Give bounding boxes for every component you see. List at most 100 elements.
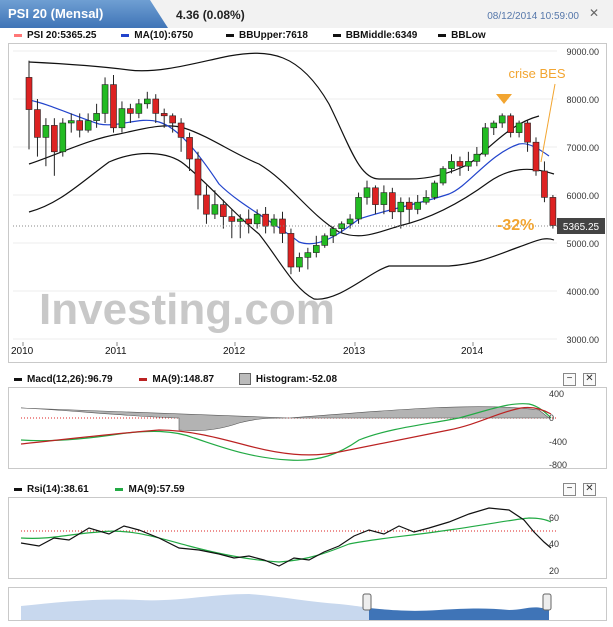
- macd-y-axis: 400 0 -400 -800: [549, 389, 567, 470]
- candle: [372, 187, 379, 205]
- rsi-minimize-button[interactable]: −: [563, 483, 576, 496]
- rsi-panel[interactable]: 60 40 20: [8, 497, 607, 579]
- candle: [312, 245, 320, 253]
- main-x-tick: 2010: [11, 346, 34, 357]
- macd-histogram-neg: [20, 407, 290, 432]
- candle: [321, 235, 329, 246]
- legend-bblower-swatch: [438, 33, 447, 37]
- legend-macd-ma: MA(9):148.87: [139, 374, 214, 385]
- candle: [422, 197, 430, 203]
- macd-histogram-pos: [288, 406, 550, 419]
- ma-line: [28, 99, 550, 245]
- main-x-axis: 2010 2011 2012 2013 2014: [11, 342, 484, 357]
- candle: [363, 187, 371, 198]
- annotation-drop: -32%: [497, 217, 534, 234]
- candle: [25, 77, 33, 110]
- annotation-arrow: [540, 83, 556, 163]
- candle: [84, 120, 92, 131]
- candle: [144, 98, 151, 105]
- legend-bbupper-swatch: [225, 33, 234, 37]
- rsi-legend: Rsi(14):38.61 MA(9):57.59: [14, 484, 185, 495]
- macd-y-tick: -400: [549, 437, 567, 447]
- candle: [329, 228, 337, 237]
- title-bar: PSI 20 (Mensal) 4.36 (0.08%) 08/12/2014 …: [0, 0, 613, 28]
- candle: [262, 213, 269, 227]
- main-y-tick: 7000.00: [566, 143, 599, 153]
- rsi-y-tick: 20: [549, 566, 559, 576]
- main-y-tick: 3000.00: [566, 335, 599, 345]
- candle: [228, 216, 236, 222]
- candle: [93, 113, 100, 121]
- timestamp: 08/12/2014 10:59:00: [487, 11, 579, 22]
- macd-minimize-button[interactable]: −: [563, 373, 576, 386]
- legend-bbmiddle-swatch: [332, 33, 341, 37]
- candle: [127, 108, 134, 114]
- candle: [524, 122, 531, 143]
- candle: [51, 125, 58, 153]
- legend-bbupper: BBUpper:7618: [225, 30, 308, 41]
- candle: [355, 197, 362, 220]
- price-change: 4.36 (0.08%): [176, 8, 245, 22]
- candle: [270, 218, 278, 227]
- macd-y-tick: -800: [549, 460, 567, 468]
- legend-psi: PSI 20:5365.25: [14, 30, 97, 41]
- macd-legend: Macd(12,26):96.79 MA(9):148.87 Histogram…: [14, 373, 337, 385]
- main-y-axis: 9000.00 8000.00 7000.00 6000.00 5000.00 4000.…: [566, 47, 599, 345]
- candle: [296, 257, 303, 268]
- navigator-panel[interactable]: [8, 587, 607, 621]
- candle: [245, 218, 252, 225]
- chart-title: PSI 20 (Mensal): [8, 6, 104, 21]
- candle: [253, 213, 261, 225]
- candle: [507, 115, 514, 133]
- main-y-tick: 8000.00: [566, 95, 599, 105]
- rsi-y-tick: 40: [549, 539, 559, 549]
- rsi-ma-line: [20, 517, 552, 563]
- candle: [211, 204, 219, 215]
- candle: [304, 252, 312, 258]
- candle: [236, 218, 244, 222]
- candle: [439, 168, 447, 184]
- current-price-label: 5365.25: [563, 222, 600, 233]
- rsi-close-button[interactable]: ✕: [583, 483, 596, 496]
- rsi-y-axis: 60 40 20: [549, 513, 559, 576]
- rsi-y-tick: 60: [549, 513, 559, 523]
- macd-close-button[interactable]: ✕: [583, 373, 596, 386]
- main-chart-svg[interactable]: Investing.com 9000.00 8000.00 7000.00 6000.…: [9, 44, 606, 362]
- navigator-right-handle[interactable]: [542, 593, 552, 611]
- candle: [473, 153, 481, 162]
- rsi-line: [20, 507, 552, 567]
- macd-svg: 400 0 -400 -800: [20, 389, 567, 470]
- legend-macd: Macd(12,26):96.79: [14, 374, 113, 385]
- candle: [456, 161, 464, 167]
- main-y-tick: 5000.00: [566, 239, 599, 249]
- candle: [490, 122, 498, 129]
- bb-middle-line: [28, 125, 555, 237]
- legend-macd-swatch: [14, 377, 22, 381]
- legend-ma-swatch: [121, 33, 130, 37]
- legend-ma: MA(10):6750: [121, 30, 193, 41]
- main-legend: PSI 20:5365.25 MA(10):6750 BBUpper:7618 …: [14, 30, 486, 41]
- candle: [194, 158, 202, 196]
- candle: [34, 109, 41, 138]
- macd-y-tick: 0: [549, 413, 554, 423]
- navigator-left-handle[interactable]: [362, 593, 372, 611]
- main-y-tick: 9000.00: [566, 47, 599, 57]
- macd-panel[interactable]: 400 0 -400 -800: [8, 387, 607, 470]
- main-y-tick: 6000.00: [566, 191, 599, 201]
- candle: [152, 98, 160, 114]
- close-icon[interactable]: ✕: [587, 6, 601, 20]
- candle: [549, 197, 557, 226]
- main-x-tick: 2012: [223, 346, 246, 357]
- candle: [431, 182, 438, 198]
- candle: [465, 161, 472, 167]
- candle: [397, 201, 405, 213]
- candle: [448, 161, 455, 169]
- candle: [59, 122, 67, 153]
- main-x-tick: 2011: [105, 346, 127, 357]
- main-chart-panel[interactable]: Investing.com 9000.00 8000.00 7000.00 6000.…: [8, 43, 607, 363]
- navigator-svg: [21, 593, 552, 620]
- legend-bblower: BBLow: [438, 30, 486, 41]
- candle: [380, 192, 388, 205]
- candle: [186, 137, 193, 160]
- main-x-tick: 2014: [461, 346, 484, 357]
